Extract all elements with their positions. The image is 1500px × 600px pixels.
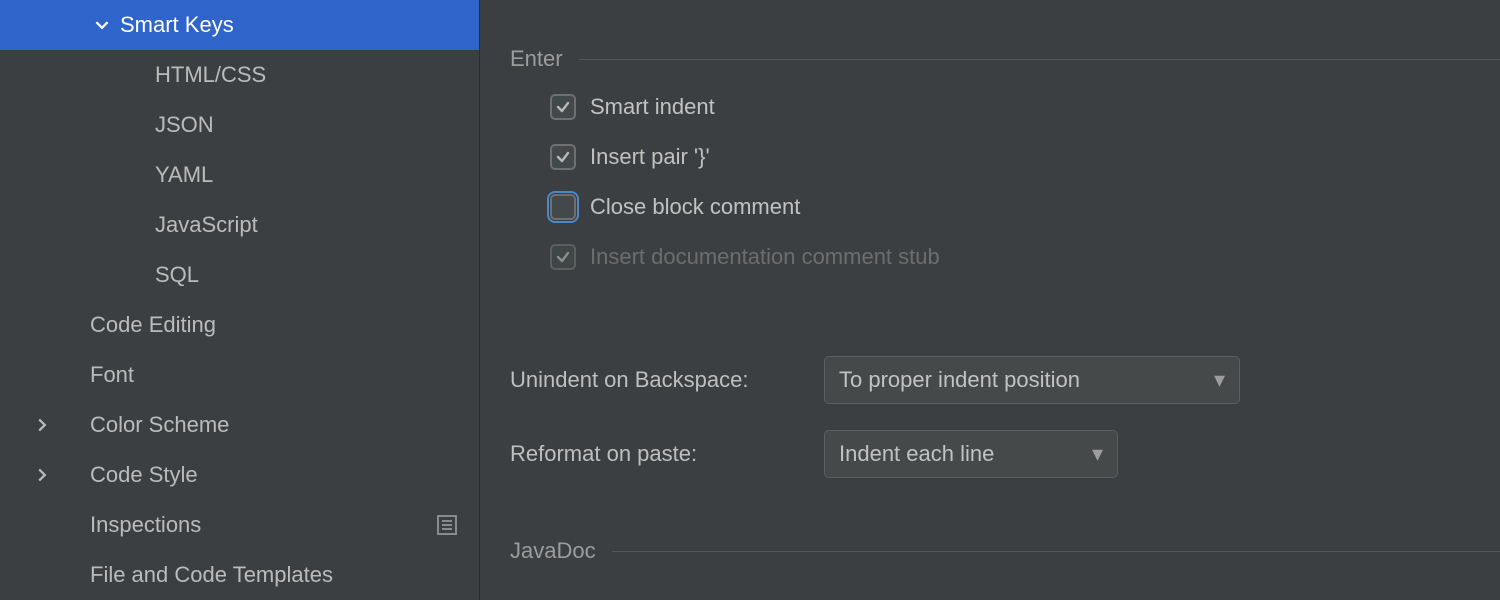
unindent-select[interactable]: To proper indent position ▾: [824, 356, 1240, 404]
section-title: Enter: [510, 46, 563, 72]
checkbox-group-enter: Smart indent Insert pair '}' Close block c…: [510, 94, 1500, 270]
checkbox-icon: [550, 94, 576, 120]
sidebar-item-label: Inspections: [90, 512, 201, 538]
checkbox-row-insert-pair-[interactable]: Insert pair '}': [550, 144, 1500, 170]
section-header-enter: Enter: [510, 46, 1500, 72]
sidebar-item-code-editing[interactable]: Code Editing: [0, 300, 479, 350]
sidebar-item-javascript[interactable]: JavaScript: [0, 200, 479, 250]
checkbox-label: Insert documentation comment stub: [590, 244, 940, 270]
sidebar-item-html-css[interactable]: HTML/CSS: [0, 50, 479, 100]
checkbox-row-close-block-comment[interactable]: Close block comment: [550, 194, 1500, 220]
checkbox-label: Insert pair '}': [590, 144, 710, 170]
chevron-right-icon: [28, 400, 56, 450]
profile-icon: [437, 515, 457, 535]
sidebar-item-label: SQL: [155, 262, 199, 288]
form-row-reformat: Reformat on paste: Indent each line ▾: [510, 430, 1500, 478]
sidebar-item-json[interactable]: JSON: [0, 100, 479, 150]
sidebar-item-label: File and Code Templates: [90, 562, 333, 588]
chevron-right-icon: [28, 450, 56, 500]
sidebar-item-label: HTML/CSS: [155, 62, 266, 88]
reformat-label: Reformat on paste:: [510, 441, 810, 467]
sidebar-item-font[interactable]: Font: [0, 350, 479, 400]
settings-main-panel: Enter Smart indent Insert pair '}' Close b…: [480, 0, 1500, 600]
sidebar-item-sql[interactable]: SQL: [0, 250, 479, 300]
sidebar-item-label: Code Style: [90, 462, 198, 488]
sidebar-item-label: Font: [90, 362, 134, 388]
checkbox-icon: [550, 144, 576, 170]
divider: [579, 59, 1500, 60]
checkbox-label: Smart indent: [590, 94, 715, 120]
sidebar-item-file-and-code-templates[interactable]: File and Code Templates: [0, 550, 479, 600]
sidebar-item-label: YAML: [155, 162, 213, 188]
chevron-down-icon: ▾: [1092, 441, 1103, 467]
sidebar-item-code-style[interactable]: Code Style: [0, 450, 479, 500]
checkbox-icon: [550, 244, 576, 270]
select-value: To proper indent position: [839, 367, 1080, 393]
section-title: JavaDoc: [510, 538, 596, 564]
checkbox-label: Close block comment: [590, 194, 800, 220]
settings-sidebar: Smart Keys HTML/CSS JSON YAML JavaScript SQL C…: [0, 0, 480, 600]
sidebar-item-label: Color Scheme: [90, 412, 229, 438]
chevron-down-icon: ▾: [1214, 367, 1225, 393]
form-row-unindent: Unindent on Backspace: To proper indent …: [510, 356, 1500, 404]
chevron-down-icon: [88, 0, 116, 50]
sidebar-item-yaml[interactable]: YAML: [0, 150, 479, 200]
reformat-select[interactable]: Indent each line ▾: [824, 430, 1118, 478]
sidebar-item-inspections[interactable]: Inspections: [0, 500, 479, 550]
unindent-label: Unindent on Backspace:: [510, 367, 810, 393]
select-value: Indent each line: [839, 441, 994, 467]
sidebar-item-label: JavaScript: [155, 212, 258, 238]
checkbox-row-insert-documentation-comment-stub: Insert documentation comment stub: [550, 244, 1500, 270]
section-header-javadoc: JavaDoc: [510, 538, 1500, 564]
sidebar-item-label: Code Editing: [90, 312, 216, 338]
checkbox-row-smart-indent[interactable]: Smart indent: [550, 94, 1500, 120]
divider: [612, 551, 1500, 552]
checkbox-icon: [550, 194, 576, 220]
sidebar-item-label: JSON: [155, 112, 214, 138]
sidebar-item-label: Smart Keys: [120, 12, 234, 38]
sidebar-item-color-scheme[interactable]: Color Scheme: [0, 400, 479, 450]
sidebar-item-smart-keys[interactable]: Smart Keys: [0, 0, 479, 50]
